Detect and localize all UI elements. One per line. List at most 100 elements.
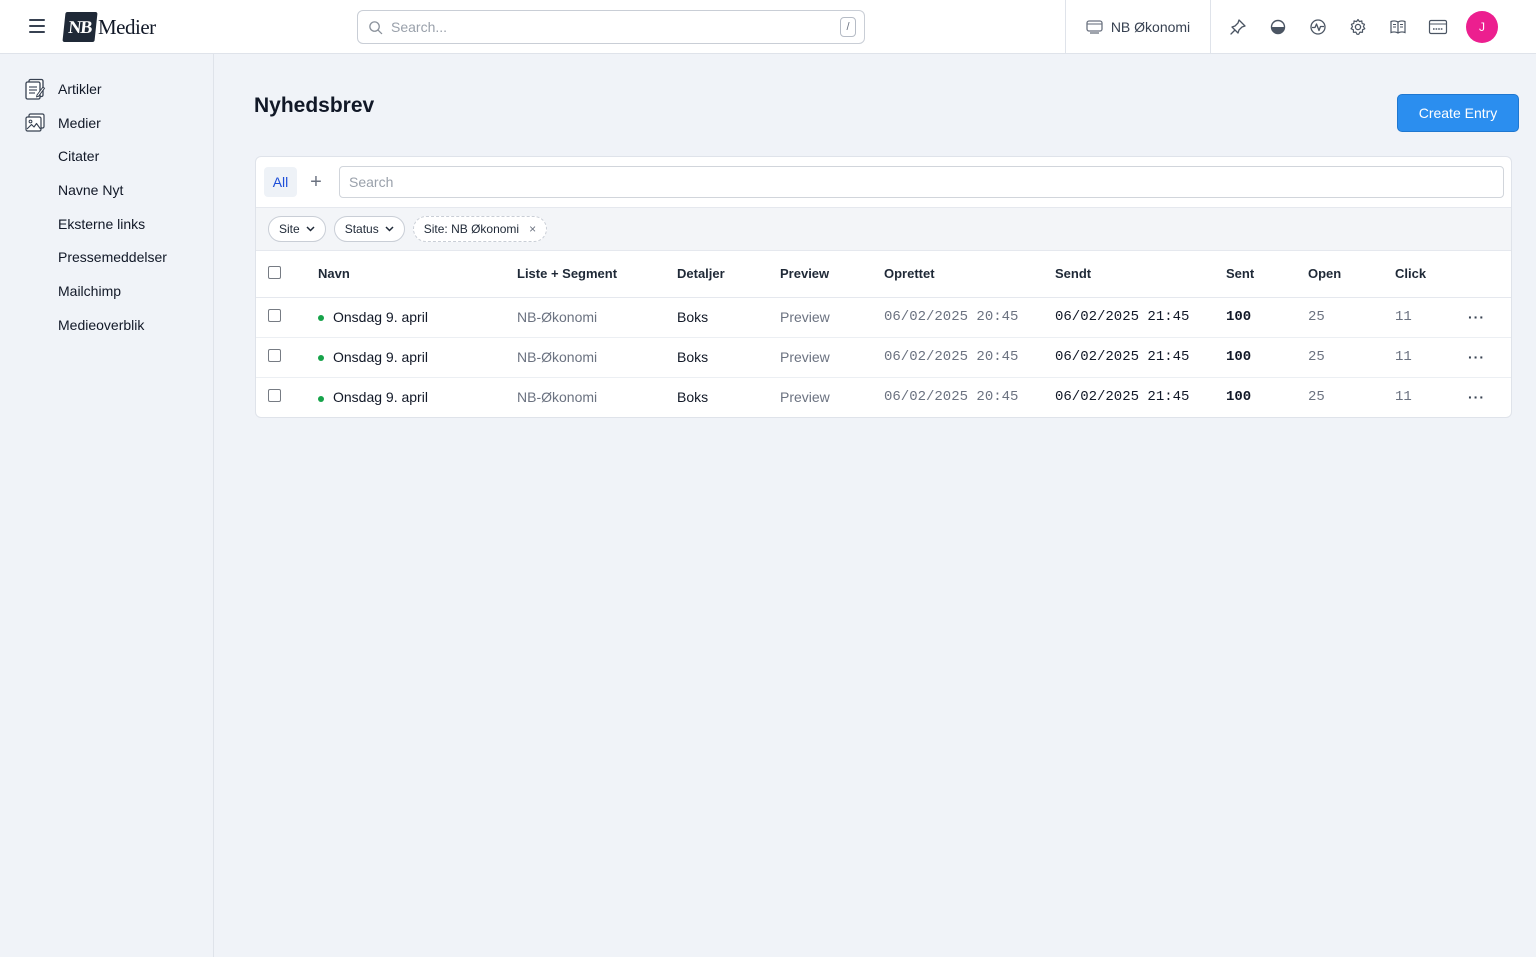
- column-header[interactable]: Oprettet: [884, 251, 1055, 298]
- filter-label: Site: [279, 222, 300, 236]
- global-search-input[interactable]: [391, 19, 840, 35]
- listing-search-input[interactable]: [339, 166, 1504, 198]
- sidebar-item-medieoverblik[interactable]: Medieoverblik: [58, 313, 144, 337]
- site-switcher[interactable]: NB Økonomi: [1065, 0, 1211, 54]
- sidebar-item-eksterne-links[interactable]: Eksterne links: [58, 212, 145, 236]
- sidebar-item-label: Eksterne links: [58, 216, 146, 232]
- avatar[interactable]: J: [1466, 11, 1498, 43]
- filter-bar: Site Status Site: NB Økonomi ×: [256, 208, 1511, 251]
- half-circle-icon[interactable]: [1266, 15, 1290, 39]
- filter-status-dropdown[interactable]: Status: [333, 216, 405, 242]
- sent-count: 100: [1226, 297, 1308, 338]
- column-header[interactable]: Click: [1395, 251, 1468, 298]
- sidebar-item-label: Pressemeddelser: [58, 249, 167, 265]
- click-count: 11: [1395, 297, 1468, 338]
- table-row[interactable]: Onsdag 9. april NB-Økonomi Boks Preview …: [256, 337, 1511, 378]
- filter-label: Status: [344, 222, 379, 236]
- list-segment: NB-Økonomi: [517, 297, 677, 338]
- preview-link[interactable]: Preview: [780, 337, 884, 378]
- details-value: Boks: [677, 337, 780, 378]
- remove-filter-icon[interactable]: ×: [529, 222, 536, 236]
- row-actions-icon[interactable]: ···: [1468, 309, 1485, 325]
- logo[interactable]: NB Medier: [62, 11, 156, 43]
- table-header-row: Navn Liste + Segment Detaljer Preview Op…: [256, 251, 1511, 298]
- top-bar: NB Medier / NB Økonomi J: [0, 0, 1536, 54]
- site-icon: [1086, 20, 1103, 34]
- sent-date: 06/02/2025 21:45: [1055, 389, 1190, 406]
- list-segment: NB-Økonomi: [517, 389, 598, 406]
- created-date: 06/02/2025 20:45: [884, 337, 1055, 378]
- status-dot-icon: [318, 355, 324, 362]
- filter-site-dropdown[interactable]: Site: [268, 216, 326, 242]
- table-row[interactable]: Onsdag 9. april NB-Økonomi Boks Preview …: [256, 297, 1511, 338]
- sidebar-item-label: Mailchimp: [58, 283, 122, 299]
- column-header[interactable]: Sent: [1226, 251, 1308, 298]
- column-header[interactable]: Liste + Segment: [517, 251, 677, 298]
- column-header[interactable]: Sendt: [1055, 251, 1226, 298]
- column-header[interactable]: Open: [1308, 251, 1395, 298]
- sent-count: 100: [1226, 337, 1308, 378]
- global-search: /: [357, 10, 865, 44]
- domain-icon[interactable]: [1426, 15, 1450, 39]
- sent-date: 06/02/2025 21:45: [1055, 297, 1226, 338]
- pin-icon[interactable]: [1226, 15, 1250, 39]
- details-value: Boks: [677, 389, 709, 406]
- entry-title-link[interactable]: Onsdag 9. april: [333, 309, 428, 325]
- open-count: 25: [1308, 389, 1325, 406]
- chevron-down-icon: [385, 226, 394, 232]
- sidebar-item-label: Navne Nyt: [58, 182, 124, 198]
- chevron-down-icon: [306, 226, 315, 232]
- open-count: 25: [1308, 297, 1395, 338]
- logo-mark: NB: [62, 12, 98, 42]
- sidebar-item-label: Medier: [58, 115, 101, 131]
- row-checkbox[interactable]: [268, 389, 281, 403]
- table-row[interactable]: Onsdag 9. april NB-Økonomi Boks Preview …: [256, 377, 1511, 417]
- tab-all[interactable]: All: [264, 167, 297, 197]
- column-header[interactable]: Navn: [318, 251, 517, 298]
- click-count: 11: [1395, 337, 1468, 378]
- click-count: 11: [1395, 389, 1412, 406]
- preview-link[interactable]: Preview: [780, 377, 884, 417]
- add-view-button[interactable]: +: [301, 167, 331, 197]
- listing-header: All +: [256, 157, 1511, 208]
- activity-icon[interactable]: [1306, 15, 1330, 39]
- search-icon: [369, 20, 383, 34]
- status-dot-icon: [318, 395, 324, 402]
- preview-link[interactable]: Preview: [780, 297, 884, 338]
- select-all-checkbox[interactable]: [268, 265, 281, 279]
- sidebar-item-citater[interactable]: Citater: [58, 144, 99, 168]
- sidebar-item-pressemeddelser[interactable]: Pressemeddelser: [58, 245, 167, 269]
- status-dot-icon: [318, 315, 324, 322]
- menu-toggle-icon[interactable]: [29, 19, 45, 33]
- sidebar-item-label: Citater: [58, 148, 100, 164]
- sent-date: 06/02/2025 21:45: [1055, 337, 1226, 378]
- entries-table: Navn Liste + Segment Detaljer Preview Op…: [256, 251, 1511, 417]
- created-date: 06/02/2025 20:45: [884, 389, 1019, 406]
- row-checkbox[interactable]: [268, 309, 281, 322]
- column-header[interactable]: Preview: [780, 251, 884, 298]
- sidebar-item-label: Artikler: [58, 81, 102, 97]
- entry-title-link[interactable]: Onsdag 9. april: [333, 349, 428, 365]
- site-name: NB Økonomi: [1110, 19, 1191, 35]
- book-icon[interactable]: [1386, 15, 1410, 39]
- entry-title-link[interactable]: Onsdag 9. april: [333, 389, 428, 405]
- sidebar-item-mailchimp[interactable]: Mailchimp: [58, 279, 121, 303]
- sent-count: 100: [1226, 389, 1252, 406]
- toolbar: [1226, 15, 1450, 39]
- open-count: 25: [1308, 337, 1395, 378]
- column-header[interactable]: Detaljer: [677, 251, 780, 298]
- row-actions-icon[interactable]: ···: [1468, 349, 1485, 365]
- sidebar-item-medier[interactable]: Medier: [24, 111, 101, 135]
- active-filter-site[interactable]: Site: NB Økonomi ×: [412, 216, 548, 242]
- create-entry-button[interactable]: Create Entry: [1397, 94, 1519, 132]
- sidebar-item-label: Medieoverblik: [58, 317, 145, 333]
- gear-icon[interactable]: [1346, 15, 1370, 39]
- articles-icon: [24, 78, 46, 100]
- sidebar-item-navne-nyt[interactable]: Navne Nyt: [58, 178, 123, 202]
- list-segment: NB-Økonomi: [517, 337, 677, 378]
- row-checkbox[interactable]: [268, 349, 281, 362]
- logo-text: Medier: [98, 14, 156, 39]
- filter-label: Site: NB Økonomi: [423, 222, 520, 236]
- row-actions-icon[interactable]: ···: [1468, 389, 1485, 405]
- sidebar-item-artikler[interactable]: Artikler: [24, 77, 102, 101]
